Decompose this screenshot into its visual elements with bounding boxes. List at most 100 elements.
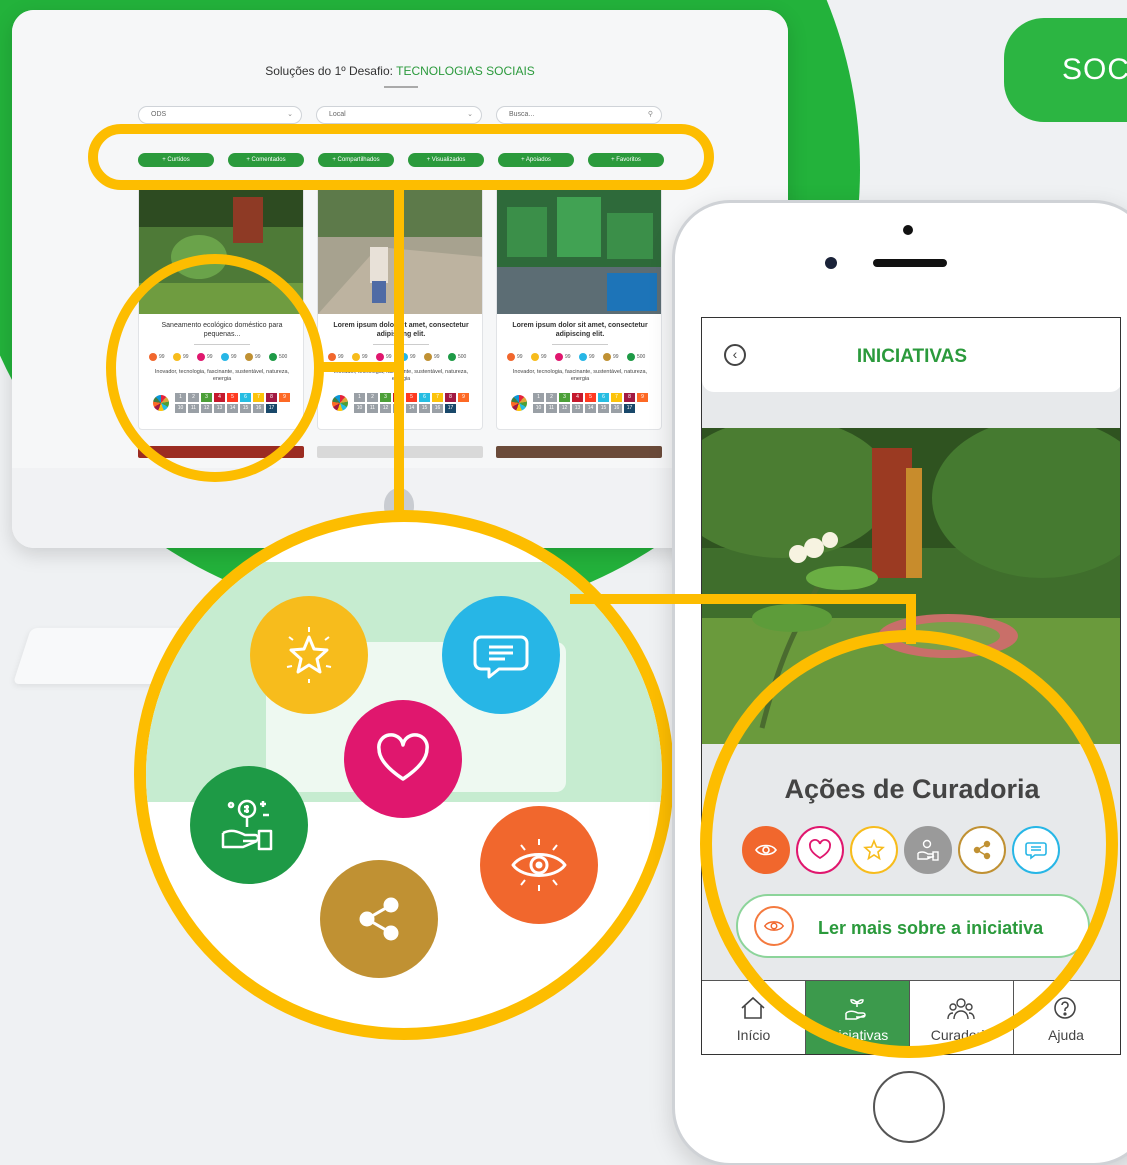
ods-badge: 1	[533, 393, 544, 402]
ods-grid: 1234567891011121314151617	[533, 393, 653, 417]
connector-line	[318, 362, 398, 372]
share-icon	[320, 860, 438, 978]
card-tags: Inovador, tecnologia, fascinante, susten…	[512, 369, 648, 382]
star-stat-icon	[352, 353, 360, 361]
initiative-card[interactable]: Lorem ipsum dolor sit amet, consectetur …	[496, 186, 662, 430]
support-stat-icon	[627, 353, 635, 361]
phone-speaker	[873, 259, 947, 267]
title-divider	[384, 86, 418, 88]
stat-count: 99	[338, 354, 344, 360]
ods-badge: 10	[533, 404, 544, 413]
ods-wheel-icon	[511, 395, 527, 411]
page-title-highlight: TECNOLOGIAS SOCIAIS	[396, 64, 535, 78]
stat-count: 99	[517, 354, 523, 360]
ods-badge: 2	[546, 393, 557, 402]
ods-badge: 10	[354, 404, 365, 413]
stat-count: 99	[541, 354, 547, 360]
ods-badge: 13	[572, 404, 583, 413]
ods-wheel-icon	[332, 395, 348, 411]
ods-grid: 1234567891011121314151617	[354, 393, 474, 417]
ods-badge: 3	[380, 393, 391, 402]
star-icon	[250, 596, 368, 714]
ods-badge: 1	[354, 393, 365, 402]
card-divider	[552, 344, 608, 345]
page-title: Soluções do 1º Desafio: TECNOLOGIAS SOCI…	[12, 64, 788, 78]
eye-stat-icon	[507, 353, 515, 361]
stat-count: 500	[458, 354, 467, 360]
ods-badge: 9	[637, 393, 648, 402]
stat-count: 500	[637, 354, 646, 360]
star-stat-icon	[531, 353, 539, 361]
phone-camera	[825, 257, 837, 269]
ods-filter-select[interactable]: ODS ⌄	[138, 106, 302, 124]
eye-stat-icon	[328, 353, 336, 361]
stat-count: 99	[362, 354, 368, 360]
ods-badge: 8	[624, 393, 635, 402]
next-card-preview	[496, 446, 662, 458]
page-title-prefix: Soluções do 1º Desafio:	[265, 64, 397, 78]
phone-sensor	[903, 225, 913, 235]
ods-badge: 14	[585, 404, 596, 413]
stat-count: 99	[386, 354, 392, 360]
home-icon	[741, 996, 765, 1019]
ods-badge: 2	[367, 393, 378, 402]
ods-badge: 3	[559, 393, 570, 402]
share-stat-icon	[603, 353, 611, 361]
connector-line	[394, 188, 404, 518]
stat-count: 99	[410, 354, 416, 360]
app-header: ‹ INICIATIVAS	[702, 318, 1120, 392]
help-icon	[1054, 997, 1076, 1019]
chevron-down-icon: ⌄	[287, 111, 293, 118]
highlight-card-stats	[106, 254, 324, 482]
stat-count: 99	[589, 354, 595, 360]
eye-icon	[480, 806, 598, 924]
ods-badge: 6	[598, 393, 609, 402]
ods-badge: 11	[367, 404, 378, 413]
highlight-curation-actions	[700, 630, 1118, 1058]
ods-badge: 12	[380, 404, 391, 413]
card-photo	[497, 187, 661, 314]
highlight-sort-chips	[88, 124, 714, 190]
app-title: INICIATIVAS	[856, 346, 968, 367]
connector-line	[570, 594, 916, 604]
ods-badge: 15	[598, 404, 609, 413]
banner-pill: SOC	[1004, 18, 1127, 122]
ods-badge: 5	[406, 393, 417, 402]
share-stat-icon	[424, 353, 432, 361]
support-money-icon	[190, 766, 308, 884]
heart-icon	[344, 700, 462, 818]
search-input[interactable]: Busca... ⚲	[496, 106, 662, 124]
ods-badge: 7	[611, 393, 622, 402]
local-filter-label: Local	[329, 111, 346, 118]
chevron-down-icon: ⌄	[467, 111, 473, 118]
stat-count: 99	[565, 354, 571, 360]
heart-stat-icon	[376, 353, 384, 361]
comment-icon	[442, 596, 560, 714]
stat-count: 99	[613, 354, 619, 360]
home-button[interactable]	[873, 1071, 945, 1143]
ods-badge: 9	[458, 393, 469, 402]
local-filter-select[interactable]: Local ⌄	[316, 106, 482, 124]
zoom-circle	[134, 510, 674, 1040]
ods-badge: 16	[611, 404, 622, 413]
ods-badge: 11	[546, 404, 557, 413]
ods-badge: 15	[419, 404, 430, 413]
ods-badge: 7	[432, 393, 443, 402]
comment-stat-icon	[579, 353, 587, 361]
support-stat-icon	[448, 353, 456, 361]
stat-count: 99	[434, 354, 440, 360]
ods-filter-label: ODS	[151, 111, 167, 118]
ods-badge: 12	[559, 404, 570, 413]
ods-badge: 4	[572, 393, 583, 402]
search-placeholder: Busca...	[509, 111, 535, 118]
ods-badge: 5	[585, 393, 596, 402]
ods-badge: 17	[624, 404, 635, 413]
stage: SOC Soluções do 1º Desafio: TECNOLOGIAS …	[0, 0, 1127, 1165]
ods-badge: 14	[406, 404, 417, 413]
ods-badge: 8	[445, 393, 456, 402]
heart-stat-icon	[555, 353, 563, 361]
ods-badge: 6	[419, 393, 430, 402]
tab-label: Ajuda	[1048, 1027, 1084, 1043]
tab-label: Início	[736, 1027, 771, 1043]
card-stats: 99 99 99 99 99 500	[507, 353, 657, 363]
